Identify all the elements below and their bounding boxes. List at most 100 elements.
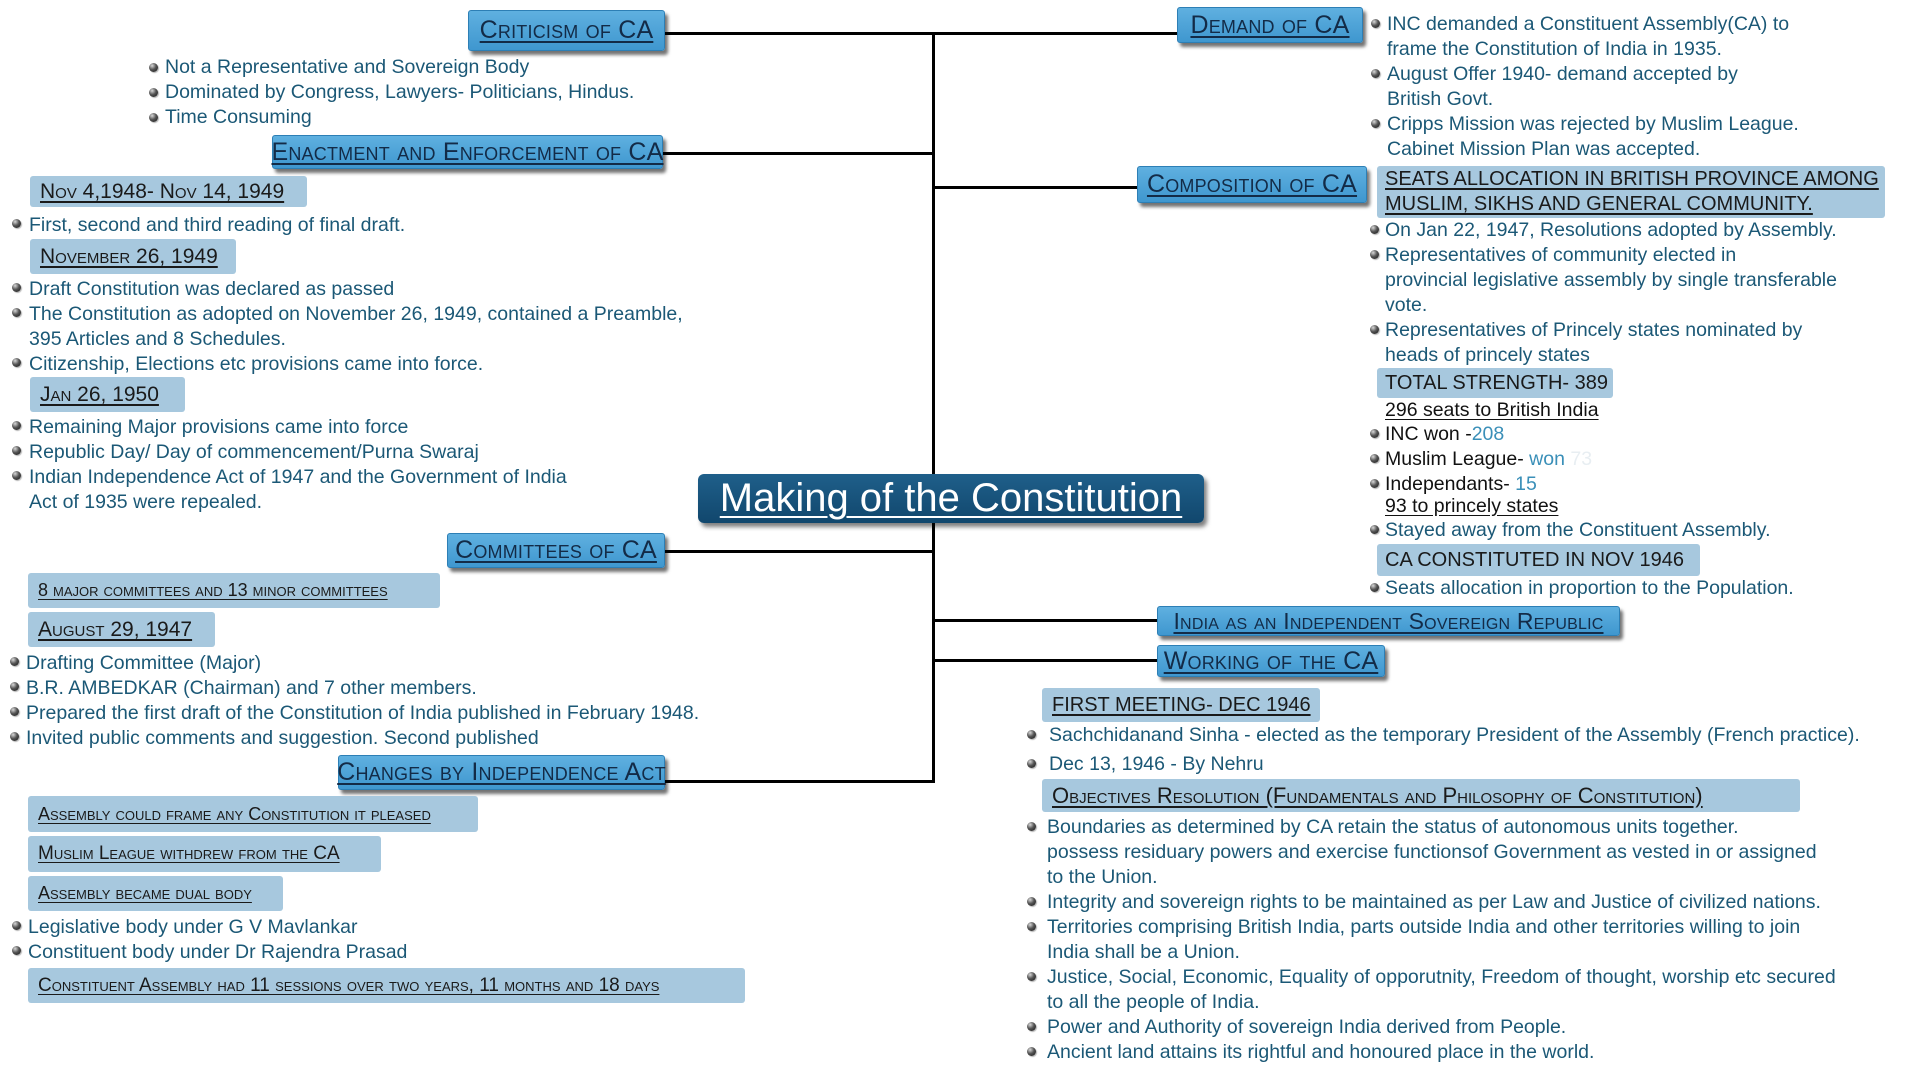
criticism-item: Dominated by Congress, Lawyers- Politici… xyxy=(165,81,635,103)
enactment-item: The Constitution as adopted on November … xyxy=(29,303,683,325)
seats-allocation-line: MUSLIM, SIKHS AND GENERAL COMMUNITY. xyxy=(1385,193,1813,215)
changes-box-label: Muslim League withdrew from the CA xyxy=(38,843,340,864)
bullet-icon xyxy=(1370,454,1379,463)
enactment-header-label: Enactment and Enforcement of CA xyxy=(271,137,664,166)
demand-item: Cripps Mission was rejected by Muslim Le… xyxy=(1387,113,1799,135)
bullet-icon xyxy=(12,219,21,228)
british-india-seats: 296 seats to British India xyxy=(1385,399,1599,421)
committees-header-label: Committees of CA xyxy=(455,536,657,564)
bullet-icon xyxy=(1370,429,1379,438)
date-box-jan-26-1950: Jan 26, 1950 xyxy=(30,377,185,412)
seats-allocation-item: Seats allocation in proportion to the Po… xyxy=(1385,577,1794,599)
criticism-header[interactable]: Criticism of CA xyxy=(468,10,665,51)
committees-header[interactable]: Committees of CA xyxy=(447,533,665,568)
bullet-icon xyxy=(1370,325,1379,334)
changes-item: Constituent body under Dr Rajendra Prasa… xyxy=(28,941,408,963)
connector-committees xyxy=(665,550,933,553)
objective-item: Power and Authority of sovereign India d… xyxy=(1047,1016,1567,1038)
constituted-label: CA CONSTITUTED IN NOV 1946 xyxy=(1385,548,1684,571)
enactment-item: 395 Articles and 8 Schedules. xyxy=(29,328,286,350)
connector-criticism xyxy=(665,32,933,35)
enactment-item: Indian Independence Act of 1947 and the … xyxy=(29,466,567,488)
bullet-icon xyxy=(1371,69,1380,78)
enactment-header[interactable]: Enactment and Enforcement of CA xyxy=(271,135,664,169)
changes-box-dual-body: Assembly became dual body xyxy=(28,876,283,911)
date-box-aug-29-1947: August 29, 1947 xyxy=(28,612,215,647)
committees-count-box: 8 major committees and 13 minor committe… xyxy=(28,573,440,608)
enactment-item: Citizenship, Elections etc provisions ca… xyxy=(29,353,484,375)
enactment-item: Remaining Major provisions came into for… xyxy=(29,416,409,438)
bullet-icon xyxy=(1027,972,1036,981)
objective-item: Integrity and sovereign rights to be mai… xyxy=(1047,891,1821,913)
working-header-label: Working of the CA xyxy=(1163,646,1379,675)
trunk-line xyxy=(932,32,935,783)
bullet-icon xyxy=(1027,759,1036,768)
date-box-nov-1948: Nov 4,1948- Nov 14, 1949 xyxy=(30,176,307,207)
seats-allocation-line: SEATS ALLOCATION IN BRITISH PROVINCE AMO… xyxy=(1385,168,1879,190)
bullet-icon xyxy=(10,657,19,666)
inc-won: INC won -208 xyxy=(1385,422,1504,447)
bullet-icon xyxy=(10,732,19,741)
bullet-icon xyxy=(149,113,158,122)
bullet-icon xyxy=(10,707,19,716)
connector-composition xyxy=(933,186,1137,189)
criticism-item: Not a Representative and Sovereign Body xyxy=(165,56,530,78)
objective-item: to the Union. xyxy=(1047,866,1158,888)
committees-item: Prepared the first draft of the Constitu… xyxy=(26,702,700,724)
changes-item: Legislative body under G V Mavlankar xyxy=(28,916,358,938)
objective-item: to all the people of India. xyxy=(1047,991,1260,1013)
changes-header[interactable]: Changes by Independence Act xyxy=(337,755,666,790)
muslim-league-won: Muslim League- won 73 xyxy=(1385,447,1592,472)
princely-seats: 93 to princely states xyxy=(1385,495,1559,517)
bullet-icon xyxy=(1370,479,1379,488)
objective-item: Boundaries as determined by CA retain th… xyxy=(1047,816,1739,838)
composition-header[interactable]: Composition of CA xyxy=(1137,166,1367,203)
working-header[interactable]: Working of the CA xyxy=(1157,645,1385,677)
india-republic-header-label: India as an Independent Sovereign Republ… xyxy=(1173,607,1604,634)
bullet-icon xyxy=(1027,822,1036,831)
criticism-header-label: Criticism of CA xyxy=(479,16,654,44)
bullet-icon xyxy=(1027,897,1036,906)
bullet-icon xyxy=(1370,225,1379,234)
bullet-icon xyxy=(1027,922,1036,931)
connector-india-republic xyxy=(933,619,1157,622)
bullet-icon xyxy=(1371,19,1380,28)
bullet-icon xyxy=(1370,525,1379,534)
india-republic-header[interactable]: India as an Independent Sovereign Republ… xyxy=(1157,606,1620,636)
bullet-icon xyxy=(1027,730,1036,739)
bullet-icon xyxy=(12,421,21,430)
changes-box-label: Assembly could frame any Constitution it… xyxy=(38,803,431,824)
objective-item: Territories comprising British India, pa… xyxy=(1047,916,1801,938)
objective-item: Ancient land attains its rightful and ho… xyxy=(1047,1041,1595,1063)
total-strength-label: TOTAL STRENGTH- 389 xyxy=(1385,371,1609,394)
changes-box-frame-constitution: Assembly could frame any Constitution it… xyxy=(28,796,478,832)
criticism-item: Time Consuming xyxy=(165,106,312,128)
bullet-icon xyxy=(1027,1022,1036,1031)
working-item: Sachchidanand Sinha - elected as the tem… xyxy=(1049,724,1860,746)
enactment-item: Draft Constitution was declared as passe… xyxy=(29,278,395,300)
bullet-icon xyxy=(149,63,158,72)
bullet-icon xyxy=(12,358,21,367)
central-title-text: Making of the Constitution xyxy=(719,476,1183,520)
ind-label: Independants- xyxy=(1385,473,1510,495)
ml-value: 73 xyxy=(1570,448,1593,470)
first-meeting-box: FIRST MEETING- DEC 1946 xyxy=(1042,688,1320,722)
bullet-icon xyxy=(1370,250,1379,259)
objective-item: India shall be a Union. xyxy=(1047,941,1240,963)
enactment-item: Republic Day/ Day of commencement/Purna … xyxy=(29,441,479,463)
connector-changes xyxy=(665,780,933,783)
composition-header-label: Composition of CA xyxy=(1146,170,1358,198)
date-label: August 29, 1947 xyxy=(38,617,193,641)
date-label: Jan 26, 1950 xyxy=(40,382,159,406)
bullet-icon xyxy=(10,682,19,691)
composition-item: heads of princely states xyxy=(1385,344,1590,366)
stayed-away: Stayed away from the Constituent Assembl… xyxy=(1385,519,1771,541)
ml-label: Muslim League- xyxy=(1385,448,1524,470)
central-title[interactable]: Making of the Constitution xyxy=(698,474,1204,523)
changes-box-label: Assembly became dual body xyxy=(38,883,252,903)
demand-header[interactable]: Demand of CA xyxy=(1177,7,1363,43)
objective-item: Justice, Social, Economic, Equality of o… xyxy=(1047,966,1836,988)
changes-box-muslim-league: Muslim League withdrew from the CA xyxy=(28,836,381,872)
demand-item: Cabinet Mission Plan was accepted. xyxy=(1387,138,1701,160)
bullet-icon xyxy=(1370,583,1379,592)
